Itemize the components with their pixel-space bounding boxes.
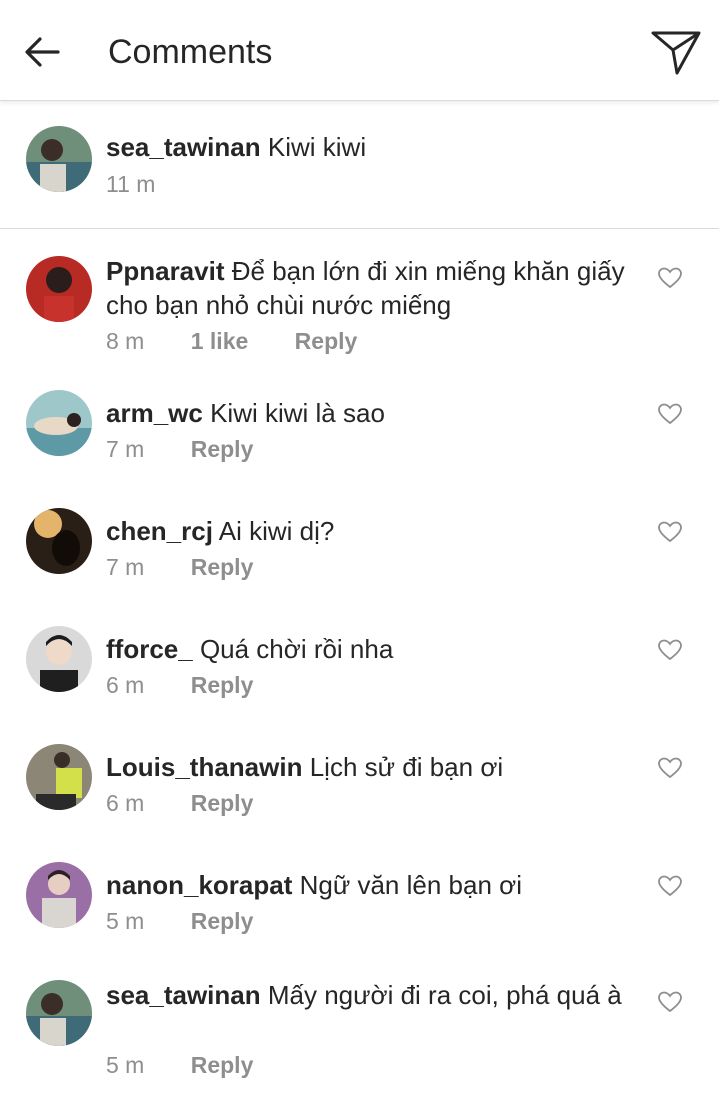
reply-button[interactable]: Reply bbox=[191, 670, 254, 700]
avatar[interactable] bbox=[26, 980, 92, 1046]
avatar[interactable] bbox=[26, 508, 92, 574]
arrow-left-icon bbox=[25, 37, 60, 67]
avatar[interactable] bbox=[26, 744, 92, 810]
comment-text: Kiwi kiwi bbox=[267, 132, 367, 162]
likes-count[interactable]: 1 like bbox=[191, 326, 249, 356]
comment-time: 6 m bbox=[106, 790, 145, 816]
comment-username[interactable]: Louis_thanawin bbox=[106, 752, 302, 782]
comment-time: 7 m bbox=[106, 554, 145, 580]
reply-button[interactable]: Reply bbox=[191, 434, 254, 464]
like-button[interactable] bbox=[657, 520, 683, 544]
comment-time: 8 m bbox=[106, 328, 145, 354]
like-button[interactable] bbox=[657, 402, 683, 426]
avatar[interactable] bbox=[26, 862, 92, 928]
comment-username[interactable]: fforce_ bbox=[106, 634, 193, 664]
reply-button[interactable]: Reply bbox=[295, 326, 358, 356]
avatar[interactable] bbox=[26, 626, 92, 692]
avatar-image bbox=[26, 744, 92, 810]
back-button[interactable] bbox=[22, 32, 62, 72]
comment-username[interactable]: sea_tawinan bbox=[106, 980, 261, 1010]
heart-icon bbox=[658, 639, 682, 661]
avatar-image bbox=[26, 862, 92, 928]
comment-text: Ngữ văn lên bạn ơi bbox=[299, 870, 522, 900]
avatar[interactable] bbox=[26, 256, 92, 322]
comment-time: 5 m bbox=[106, 1052, 145, 1078]
comment-text: Mấy người đi ra coi, phá quá à bbox=[267, 980, 622, 1010]
heart-icon bbox=[658, 267, 682, 289]
avatar-image bbox=[26, 508, 92, 574]
reply-button[interactable]: Reply bbox=[191, 788, 254, 818]
comment-text: Lịch sử đi bạn ơi bbox=[309, 752, 504, 782]
top-bar: Comments bbox=[0, 0, 719, 101]
comment-username[interactable]: arm_wc bbox=[106, 398, 203, 428]
share-button[interactable] bbox=[650, 28, 702, 76]
comment-time: 7 m bbox=[106, 436, 145, 462]
avatar[interactable] bbox=[26, 126, 92, 192]
avatar-image bbox=[26, 626, 92, 692]
comment-time: 5 m bbox=[106, 908, 145, 934]
avatar-image bbox=[26, 126, 92, 192]
like-button[interactable] bbox=[657, 756, 683, 780]
heart-icon bbox=[658, 991, 682, 1013]
reply-button[interactable]: Reply bbox=[191, 552, 254, 582]
heart-icon bbox=[658, 403, 682, 425]
heart-icon bbox=[658, 875, 682, 897]
paper-plane-icon bbox=[651, 31, 701, 75]
reply-button[interactable]: Reply bbox=[191, 1050, 254, 1080]
comment-time: 6 m bbox=[106, 672, 145, 698]
comment-username[interactable]: chen_rcj bbox=[106, 516, 213, 546]
comment-username[interactable]: nanon_korapat bbox=[106, 870, 292, 900]
comment-username[interactable]: sea_tawinan bbox=[106, 132, 261, 162]
like-button[interactable] bbox=[657, 266, 683, 290]
comment-time: 11 m bbox=[106, 171, 156, 197]
like-button[interactable] bbox=[657, 638, 683, 662]
avatar-image bbox=[26, 980, 92, 1046]
heart-icon bbox=[658, 757, 682, 779]
comment-text: Kiwi kiwi là sao bbox=[210, 398, 385, 428]
avatar-image bbox=[26, 256, 92, 322]
comment-text: Quá chời rồi nha bbox=[199, 634, 394, 664]
avatar-image bbox=[26, 390, 92, 456]
avatar[interactable] bbox=[26, 390, 92, 456]
comment-text: Ai kiwi dị? bbox=[218, 516, 335, 546]
like-button[interactable] bbox=[657, 874, 683, 898]
heart-icon bbox=[658, 521, 682, 543]
like-button[interactable] bbox=[657, 990, 683, 1014]
reply-button[interactable]: Reply bbox=[191, 906, 254, 936]
comment-username[interactable]: Ppnaravit bbox=[106, 256, 225, 286]
page-title: Comments bbox=[108, 33, 273, 71]
post-caption: sea_tawinan Kiwi kiwi 11 m bbox=[0, 100, 719, 229]
